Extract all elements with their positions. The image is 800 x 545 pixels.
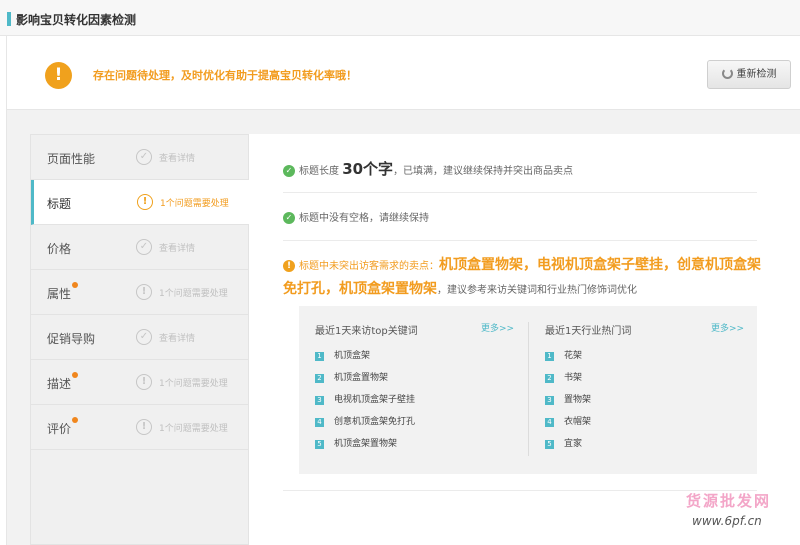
sidebar-item-page-performance[interactable]: 页面性能 ✓ 查看详情 xyxy=(31,135,250,180)
sidebar-item-attributes[interactable]: 属性 ! 1个问题需要处理 xyxy=(31,270,250,315)
list-item: 5 机顶盒架置物架 xyxy=(315,436,415,458)
industry-words-list: 1 花架 2 书架 3 置物架 4 衣帽架 5 宜家 xyxy=(545,348,591,458)
sidebar-item-status: 1个问题需要处理 xyxy=(160,199,229,209)
notification-dot xyxy=(72,372,78,378)
detail-panel: ✓ 标题长度 30个字，已填满，建议继续保持并突出商品卖点 ✓ 标题中没有空格，请继… xyxy=(249,134,800,545)
industry-words-title: 最近1天行业热门词 xyxy=(545,326,632,337)
warning-circle-icon: ! xyxy=(136,284,152,300)
sidebar-item-promotion[interactable]: 促销导购 ✓ 查看详情 xyxy=(31,315,250,360)
sidebar: 页面性能 ✓ 查看详情 标题 ! 1个问题需要处理 价格 ✓ 查看详情 属性 !… xyxy=(30,134,250,545)
check-title-spaces: ✓ 标题中没有空格，请继续保持 xyxy=(283,209,429,224)
divider xyxy=(283,240,757,241)
rank-badge: 5 xyxy=(545,440,554,449)
check-icon: ✓ xyxy=(283,165,295,177)
keyword-text: 书架 xyxy=(564,373,583,383)
check-icon: ✓ xyxy=(283,212,295,224)
watermark-title: 货源批发网 xyxy=(686,492,772,510)
list-item: 3 置物架 xyxy=(545,392,591,414)
keyword-text: 置物架 xyxy=(564,395,592,405)
sidebar-item-label: 促销导购 xyxy=(47,332,96,346)
rank-badge: 2 xyxy=(545,374,554,383)
page-title: 影响宝贝转化因素检测 xyxy=(16,13,137,27)
title-accent-bar xyxy=(7,12,11,26)
list-item: 3 电视机顶盒架子壁挂 xyxy=(315,392,415,414)
sidebar-item-status: 查看详情 xyxy=(159,334,196,344)
industry-words-more-link[interactable]: 更多>> xyxy=(711,321,744,334)
sidebar-item-description[interactable]: 描述 ! 1个问题需要处理 xyxy=(31,360,250,405)
check-circle-icon: ✓ xyxy=(136,239,152,255)
rank-badge: 1 xyxy=(545,352,554,361)
recheck-button[interactable]: 重新检测 xyxy=(707,60,791,89)
warning-circle-icon: ! xyxy=(136,374,152,390)
divider xyxy=(283,192,757,193)
sidebar-item-label: 页面性能 xyxy=(47,152,96,166)
list-item: 5 宜家 xyxy=(545,436,591,458)
visitor-keywords-more-link[interactable]: 更多>> xyxy=(481,321,514,334)
alert-banner: ! 存在问题待处理，及时优化有助于提高宝贝转化率哦！ 重新检测 xyxy=(6,36,800,110)
keyword-text: 花架 xyxy=(564,351,583,361)
rank-badge: 3 xyxy=(545,396,554,405)
warning-suggestion: ，建议参考来访关键词和行业热门修饰词优化 xyxy=(437,285,637,296)
check-circle-icon: ✓ xyxy=(136,149,152,165)
rank-badge: 5 xyxy=(315,440,324,449)
list-item: 2 书架 xyxy=(545,370,591,392)
keyword-text: 创意机顶盒架免打孔 xyxy=(334,417,416,427)
sidebar-item-label: 描述 xyxy=(47,377,72,391)
keyword-text: 机顶盒架 xyxy=(334,351,371,361)
check-text: 标题长度 xyxy=(299,166,339,177)
sidebar-item-label: 评价 xyxy=(47,422,72,436)
watermark: 货源批发网 www.6pf.cn xyxy=(686,490,796,538)
rank-badge: 4 xyxy=(545,418,554,427)
alert-message: 存在问题待处理，及时优化有助于提高宝贝转化率哦！ xyxy=(93,69,357,82)
title-length-value: 30个字 xyxy=(342,160,394,178)
sidebar-item-price[interactable]: 价格 ✓ 查看详情 xyxy=(31,225,250,270)
refresh-icon xyxy=(721,68,733,79)
sidebar-item-status: 查看详情 xyxy=(159,154,196,164)
sidebar-item-label: 标题 xyxy=(47,197,72,211)
industry-words-column: 最近1天行业热门词 更多>> 1 花架 2 书架 3 置物架 4 衣帽架 5 宜家 xyxy=(528,322,757,456)
recheck-button-label: 重新检测 xyxy=(736,69,777,80)
keyword-reference-box: 最近1天来访top关键词 更多>> 1 机顶盒架 2 机顶盒置物架 3 电视机顶盒架子… xyxy=(299,306,757,474)
check-circle-icon: ✓ xyxy=(136,329,152,345)
sidebar-item-reviews[interactable]: 评价 ! 1个问题需要处理 xyxy=(31,405,250,450)
check-text: ，已填满，建议继续保持并突出商品卖点 xyxy=(393,166,574,177)
keyword-text: 机顶盒架置物架 xyxy=(334,439,398,449)
sidebar-item-label: 价格 xyxy=(47,242,72,256)
page-header: 影响宝贝转化因素检测 xyxy=(0,0,800,36)
rank-badge: 4 xyxy=(315,418,324,427)
warning-prefix: 标题中未突出访客需求的卖点： xyxy=(299,261,439,272)
notification-dot xyxy=(72,417,78,423)
watermark-url: www.6pf.cn xyxy=(692,514,762,528)
selling-point-warning: ! 标题中未突出访客需求的卖点：机顶盒置物架，电视机顶盒架子壁挂，创意机顶盒架免打… xyxy=(283,254,763,302)
list-item: 1 机顶盒架 xyxy=(315,348,415,370)
sidebar-item-title[interactable]: 标题 ! 1个问题需要处理 xyxy=(31,180,250,225)
check-title-length: ✓ 标题长度 30个字，已填满，建议继续保持并突出商品卖点 xyxy=(283,158,573,179)
visitor-keywords-title: 最近1天来访top关键词 xyxy=(315,326,418,337)
rank-badge: 3 xyxy=(315,396,324,405)
warning-circle-icon: ! xyxy=(136,419,152,435)
list-item: 4 创意机顶盒架免打孔 xyxy=(315,414,415,436)
keyword-text: 衣帽架 xyxy=(564,417,592,427)
keyword-text: 宜家 xyxy=(564,439,583,449)
keyword-text: 机顶盒置物架 xyxy=(334,373,389,383)
rank-badge: 1 xyxy=(315,352,324,361)
warning-circle-icon: ! xyxy=(137,194,153,210)
notification-dot xyxy=(72,282,78,288)
keyword-text: 电视机顶盒架子壁挂 xyxy=(334,395,416,405)
warning-icon: ! xyxy=(283,260,295,272)
visitor-keywords-column: 最近1天来访top关键词 更多>> 1 机顶盒架 2 机顶盒置物架 3 电视机顶盒架子… xyxy=(299,306,528,474)
sidebar-item-status: 查看详情 xyxy=(159,244,196,254)
list-item: 1 花架 xyxy=(545,348,591,370)
sidebar-item-label: 属性 xyxy=(47,287,72,301)
visitor-keywords-list: 1 机顶盒架 2 机顶盒置物架 3 电视机顶盒架子壁挂 4 创意机顶盒架免打孔 5 机顶盒… xyxy=(315,348,415,458)
check-text: 标题中没有空格，请继续保持 xyxy=(299,213,429,224)
list-item: 4 衣帽架 xyxy=(545,414,591,436)
list-item: 2 机顶盒置物架 xyxy=(315,370,415,392)
sidebar-item-status: 1个问题需要处理 xyxy=(159,289,228,299)
exclamation-icon: ! xyxy=(45,62,72,89)
rank-badge: 2 xyxy=(315,374,324,383)
sidebar-item-status: 1个问题需要处理 xyxy=(159,424,228,434)
sidebar-item-status: 1个问题需要处理 xyxy=(159,379,228,389)
